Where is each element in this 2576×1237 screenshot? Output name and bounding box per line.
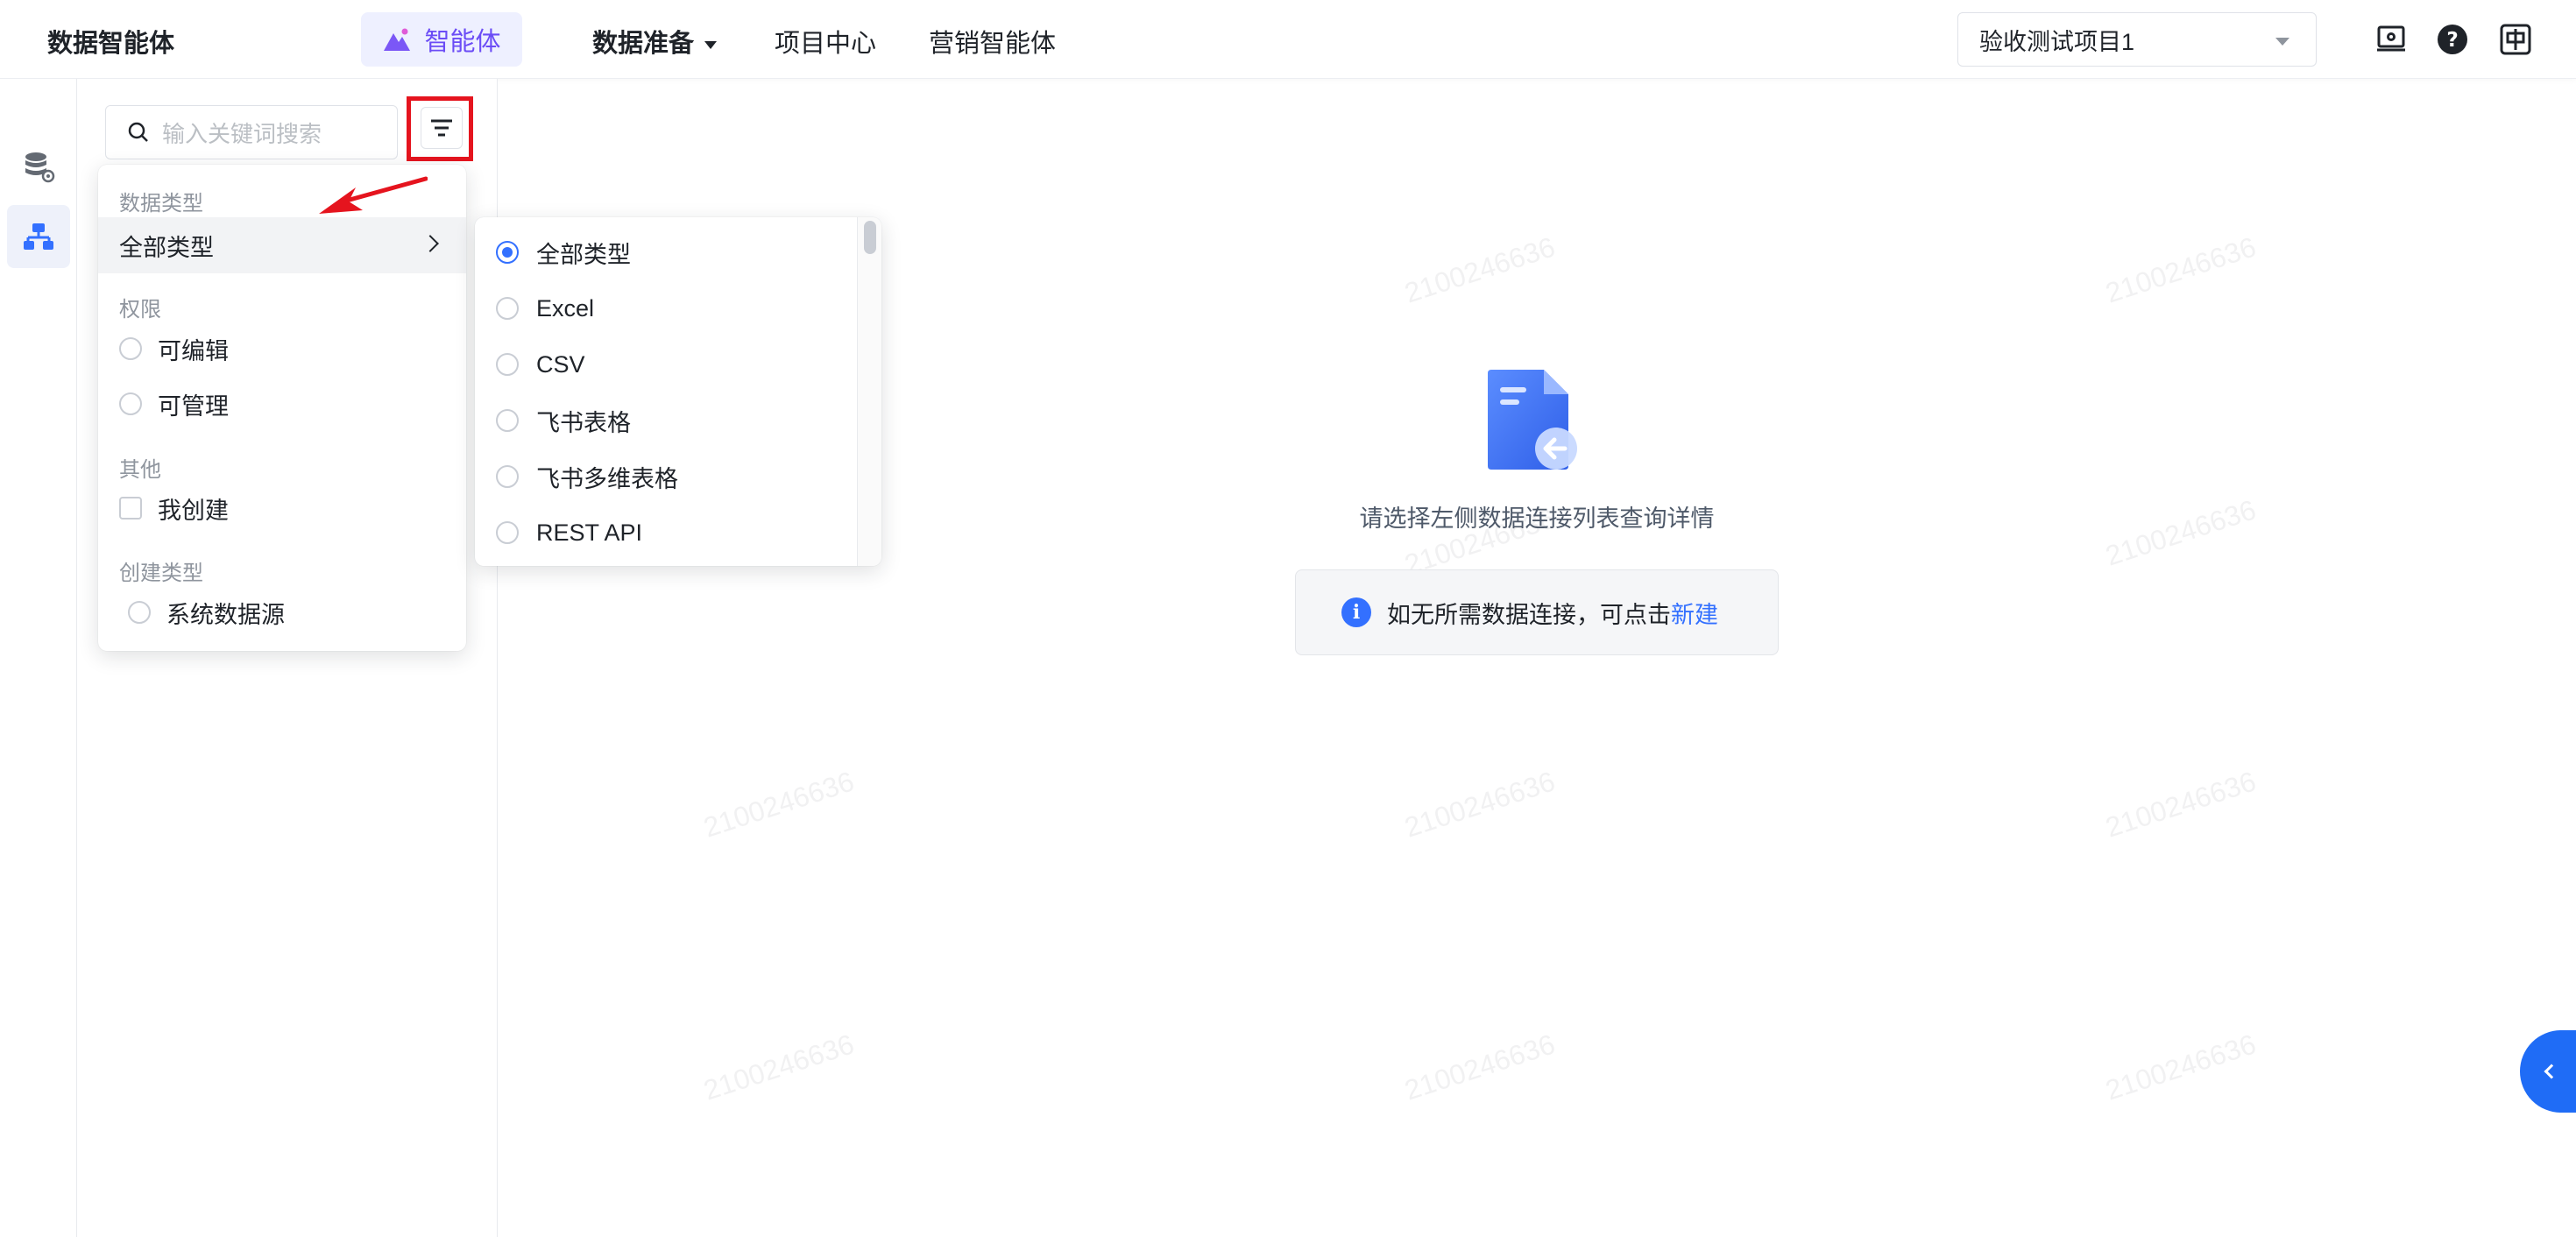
new-connection-link[interactable]: 新建 <box>1671 602 1718 628</box>
expand-panel-button[interactable] <box>2520 1030 2576 1113</box>
type-option-label: CSV <box>536 350 585 378</box>
watermark: 2100246636 <box>1400 765 1560 844</box>
type-option-label: 飞书表格 <box>536 409 631 436</box>
group-title-other: 其他 <box>119 458 161 482</box>
annotation-arrow-icon <box>319 176 428 214</box>
language-switch-icon[interactable] <box>2499 23 2532 56</box>
mountain-icon <box>384 28 411 51</box>
group-title-data-type: 数据类型 <box>119 192 203 216</box>
search-icon <box>128 122 148 142</box>
chevron-left-icon <box>2544 1064 2559 1079</box>
watermark: 2100246636 <box>2101 493 2261 572</box>
nav-marketing-agent[interactable]: 营销智能体 <box>929 23 1056 60</box>
info-icon: i <box>1341 597 1371 627</box>
radio-button[interactable] <box>128 601 151 624</box>
dropdown-arrow-icon <box>2275 38 2289 46</box>
type-option-rest-api[interactable]: REST API <box>496 515 642 550</box>
permission-option-manageable[interactable]: 可管理 <box>119 386 229 421</box>
permission-option-editable[interactable]: 可编辑 <box>119 331 229 366</box>
watermark: 2100246636 <box>1400 230 1560 309</box>
database-icon <box>25 152 55 183</box>
project-select-value: 验收测试项目1 <box>1979 28 2135 55</box>
tip-text: 如无所需数据连接，可点击新建 <box>1387 596 1718 630</box>
rail-data-connection[interactable] <box>7 205 70 268</box>
type-option-label: REST API <box>536 519 643 546</box>
type-option-all[interactable]: 全部类型 <box>496 235 631 270</box>
radio-button[interactable] <box>496 297 519 320</box>
data-type-selected: 全部类型 <box>119 234 214 261</box>
watermark: 2100246636 <box>1400 1028 1560 1106</box>
left-rail <box>0 79 77 1237</box>
hierarchy-icon <box>24 223 53 250</box>
scrollbar-thumb[interactable] <box>864 221 876 254</box>
chevron-right-icon <box>421 235 439 252</box>
type-option-label: 飞书多维表格 <box>536 465 678 492</box>
help-icon[interactable]: ? <box>2436 23 2469 56</box>
create-tip-box: i 如无所需数据连接，可点击新建 <box>1295 569 1779 655</box>
nav-agent-tab[interactable]: 智能体 <box>361 12 522 67</box>
watermark: 2100246636 <box>2101 1028 2261 1106</box>
tip-prefix: 如无所需数据连接，可点击 <box>1387 601 1671 628</box>
type-option-csv[interactable]: CSV <box>496 347 585 382</box>
permission-option-label: 可管理 <box>158 392 229 420</box>
filter-dropdown: 数据类型 全部类型 权限 可编辑 可管理 其他 我创建 创建类型 系统数据源 <box>98 165 466 651</box>
monitor-gear-icon[interactable] <box>2374 23 2408 56</box>
data-type-selector[interactable]: 全部类型 <box>98 217 466 273</box>
create-type-option-system[interactable]: 系统数据源 <box>128 595 285 630</box>
nav-agent-label: 智能体 <box>424 28 501 56</box>
top-bar: 数据智能体 智能体 数据准备 项目中心 营销智能体 验收测试项目1 ? <box>0 0 2576 79</box>
permission-option-label: 可编辑 <box>158 337 229 364</box>
radio-button[interactable] <box>496 521 519 544</box>
type-option-label: Excel <box>536 294 595 322</box>
watermark: 2100246636 <box>699 765 859 844</box>
radio-button[interactable] <box>119 392 142 415</box>
search-box[interactable]: 输入关键词搜索 <box>105 105 398 159</box>
watermark: 2100246636 <box>2101 230 2261 309</box>
radio-button[interactable] <box>496 465 519 488</box>
group-title-create-type: 创建类型 <box>119 562 203 585</box>
project-select[interactable]: 验收测试项目1 <box>1957 12 2317 67</box>
rail-data-source[interactable] <box>7 135 70 198</box>
other-option-label: 我创建 <box>158 497 229 524</box>
submenu-scrollbar[interactable] <box>857 217 881 566</box>
document-back-icon <box>1488 370 1577 470</box>
radio-button[interactable] <box>496 409 519 432</box>
empty-state-text: 请选择左侧数据连接列表查询详情 <box>1359 505 1715 532</box>
search-placeholder: 输入关键词搜索 <box>162 120 322 147</box>
nav-project-center[interactable]: 项目中心 <box>775 23 876 60</box>
other-option-created-by-me[interactable]: 我创建 <box>119 491 229 526</box>
radio-button[interactable] <box>119 337 142 360</box>
radio-button[interactable] <box>496 353 519 376</box>
filter-icon <box>431 119 452 137</box>
group-title-permission: 权限 <box>119 298 161 322</box>
radio-button-checked[interactable] <box>496 241 519 264</box>
watermark: 2100246636 <box>2101 765 2261 844</box>
data-type-submenu: 全部类型 Excel CSV 飞书表格 飞书多维表格 REST API <box>475 217 881 566</box>
app-brand[interactable]: 数据智能体 <box>47 23 174 60</box>
filter-button[interactable] <box>421 107 463 149</box>
type-option-excel[interactable]: Excel <box>496 291 594 326</box>
svg-text:?: ? <box>2446 29 2458 52</box>
type-option-label: 全部类型 <box>536 241 631 268</box>
type-option-feishu-sheet[interactable]: 飞书表格 <box>496 403 631 438</box>
caret-down-icon <box>704 40 718 49</box>
nav-data-prep-label: 数据准备 <box>592 30 695 58</box>
watermark: 2100246636 <box>699 1028 859 1106</box>
checkbox[interactable] <box>119 497 142 520</box>
nav-data-prep[interactable]: 数据准备 <box>592 23 718 60</box>
type-option-feishu-bitable[interactable]: 飞书多维表格 <box>496 459 678 494</box>
create-type-option-label: 系统数据源 <box>166 601 285 628</box>
